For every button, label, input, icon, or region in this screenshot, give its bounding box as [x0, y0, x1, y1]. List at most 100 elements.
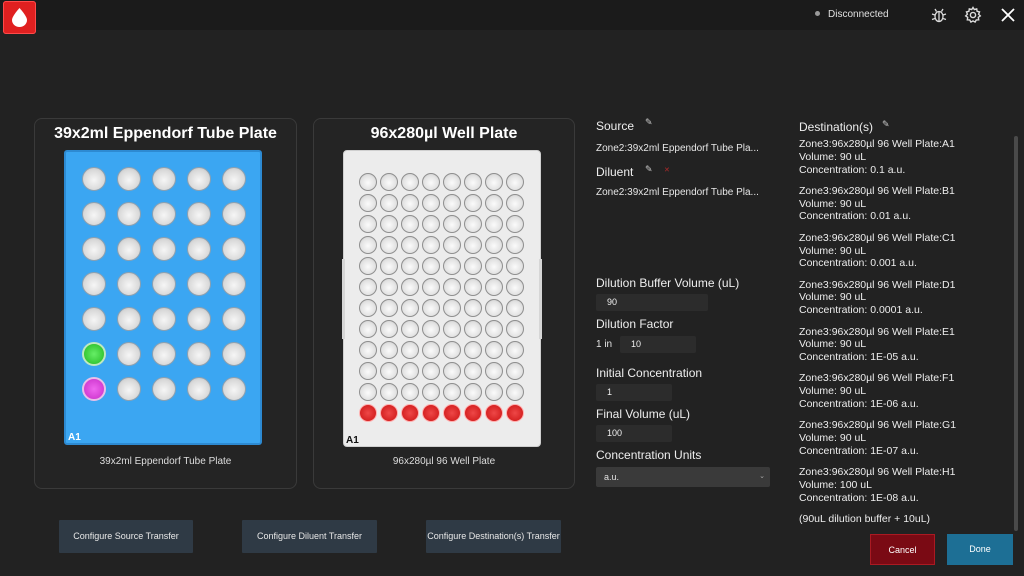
well-slot[interactable]: [380, 383, 398, 401]
well-slot[interactable]: [401, 215, 419, 233]
destination-well-plate[interactable]: A1: [342, 150, 542, 447]
well-slot[interactable]: [380, 194, 398, 212]
well-slot[interactable]: [359, 173, 377, 191]
well-slot[interactable]: [422, 404, 440, 422]
configure-destinations-transfer-button[interactable]: Configure Destination(s) Transfer: [426, 520, 561, 553]
well-slot[interactable]: [506, 278, 524, 296]
well-slot[interactable]: [464, 173, 482, 191]
tube-slot[interactable]: [117, 237, 141, 261]
destination-item[interactable]: Zone3:96x280µl 96 Well Plate:H1 Volume: 1…: [799, 466, 1011, 504]
well-slot[interactable]: [401, 404, 419, 422]
done-button[interactable]: Done: [947, 534, 1013, 565]
well-slot[interactable]: [380, 341, 398, 359]
well-slot[interactable]: [401, 341, 419, 359]
well-slot[interactable]: [422, 257, 440, 275]
well-slot[interactable]: [506, 320, 524, 338]
well-slot[interactable]: [401, 362, 419, 380]
tube-slot[interactable]: [152, 202, 176, 226]
tube-slot[interactable]: [152, 272, 176, 296]
well-slot[interactable]: [506, 404, 524, 422]
well-slot[interactable]: [380, 215, 398, 233]
well-slot[interactable]: [506, 257, 524, 275]
well-slot[interactable]: [485, 257, 503, 275]
well-slot[interactable]: [443, 341, 461, 359]
tube-slot[interactable]: [82, 237, 106, 261]
well-slot[interactable]: [464, 194, 482, 212]
cancel-button[interactable]: Cancel: [870, 534, 935, 565]
well-slot[interactable]: [443, 383, 461, 401]
destination-item[interactable]: Zone3:96x280µl 96 Well Plate:G1 Volume: 9…: [799, 419, 1011, 457]
tube-slot[interactable]: [117, 342, 141, 366]
tube-slot[interactable]: [117, 377, 141, 401]
gear-icon[interactable]: [964, 6, 982, 24]
well-slot[interactable]: [359, 341, 377, 359]
tube-slot[interactable]: [222, 167, 246, 191]
well-slot[interactable]: [506, 362, 524, 380]
well-slot[interactable]: [506, 173, 524, 191]
well-slot[interactable]: [443, 257, 461, 275]
tube-slot[interactable]: [187, 272, 211, 296]
tube-slot[interactable]: [82, 377, 106, 401]
tube-slot[interactable]: [222, 307, 246, 331]
well-slot[interactable]: [485, 341, 503, 359]
well-slot[interactable]: [464, 278, 482, 296]
well-slot[interactable]: [422, 320, 440, 338]
tube-slot[interactable]: [82, 202, 106, 226]
edit-source-pencil-icon[interactable]: ✎: [645, 117, 653, 128]
destination-scrollbar[interactable]: [1014, 136, 1018, 531]
tube-slot[interactable]: [222, 272, 246, 296]
tube-slot[interactable]: [187, 342, 211, 366]
well-slot[interactable]: [401, 278, 419, 296]
well-slot[interactable]: [422, 341, 440, 359]
well-slot[interactable]: [485, 173, 503, 191]
well-slot[interactable]: [464, 257, 482, 275]
well-slot[interactable]: [443, 173, 461, 191]
well-slot[interactable]: [380, 362, 398, 380]
well-slot[interactable]: [380, 173, 398, 191]
well-slot[interactable]: [422, 236, 440, 254]
well-slot[interactable]: [485, 320, 503, 338]
well-slot[interactable]: [359, 194, 377, 212]
well-slot[interactable]: [506, 299, 524, 317]
bug-icon[interactable]: [930, 6, 948, 24]
tube-slot[interactable]: [82, 342, 106, 366]
well-slot[interactable]: [506, 194, 524, 212]
well-slot[interactable]: [464, 404, 482, 422]
well-slot[interactable]: [422, 278, 440, 296]
well-slot[interactable]: [506, 236, 524, 254]
well-slot[interactable]: [443, 194, 461, 212]
well-slot[interactable]: [359, 299, 377, 317]
well-slot[interactable]: [485, 383, 503, 401]
well-slot[interactable]: [422, 173, 440, 191]
destination-list[interactable]: Zone3:96x280µl 96 Well Plate:A1 Volume: 9…: [799, 138, 1011, 524]
well-slot[interactable]: [401, 299, 419, 317]
source-tube-plate[interactable]: A1: [64, 150, 262, 445]
initial-concentration-input[interactable]: 1: [596, 384, 672, 401]
concentration-units-select[interactable]: a.u. ⌄: [596, 467, 770, 487]
tube-slot[interactable]: [152, 342, 176, 366]
tube-slot[interactable]: [82, 272, 106, 296]
well-slot[interactable]: [359, 278, 377, 296]
edit-destinations-pencil-icon[interactable]: ✎: [882, 119, 890, 130]
well-slot[interactable]: [422, 194, 440, 212]
well-slot[interactable]: [359, 257, 377, 275]
well-slot[interactable]: [443, 299, 461, 317]
destination-item[interactable]: Zone3:96x280µl 96 Well Plate:E1 Volume: 9…: [799, 326, 1011, 364]
tube-slot[interactable]: [152, 237, 176, 261]
tube-slot[interactable]: [222, 202, 246, 226]
well-slot[interactable]: [422, 215, 440, 233]
well-slot[interactable]: [464, 383, 482, 401]
well-slot[interactable]: [485, 299, 503, 317]
well-slot[interactable]: [380, 320, 398, 338]
well-slot[interactable]: [401, 320, 419, 338]
destination-item[interactable]: Zone3:96x280µl 96 Well Plate:A1 Volume: 9…: [799, 138, 1011, 176]
well-slot[interactable]: [443, 362, 461, 380]
tube-slot[interactable]: [222, 342, 246, 366]
tube-slot[interactable]: [117, 272, 141, 296]
well-slot[interactable]: [464, 362, 482, 380]
app-logo[interactable]: [3, 1, 36, 34]
well-slot[interactable]: [422, 383, 440, 401]
well-slot[interactable]: [380, 299, 398, 317]
well-slot[interactable]: [422, 299, 440, 317]
destination-item[interactable]: Zone3:96x280µl 96 Well Plate:F1 Volume: 9…: [799, 372, 1011, 410]
